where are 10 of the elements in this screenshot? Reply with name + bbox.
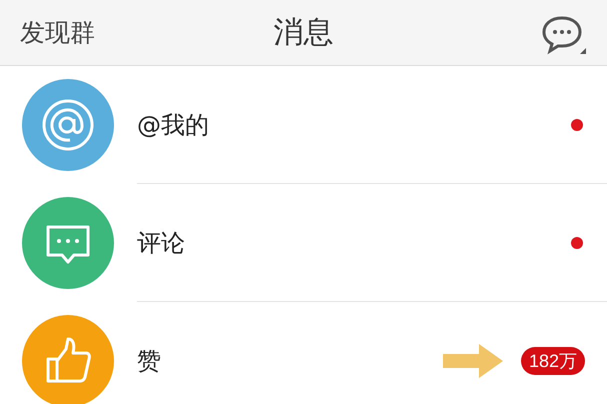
row-label: 赞	[137, 346, 162, 376]
row-label: @我的	[137, 110, 210, 140]
message-row[interactable]: 评论	[0, 184, 607, 302]
row-label: 评论	[137, 228, 186, 258]
count-badge: 182万	[520, 346, 585, 374]
message-row[interactable]: @我的	[0, 66, 607, 184]
chat-icon[interactable]	[541, 14, 587, 54]
page-title: 消息	[274, 14, 334, 52]
message-row[interactable]: 赞 182万	[0, 302, 607, 404]
discover-groups-link[interactable]: 发现群	[20, 16, 95, 49]
